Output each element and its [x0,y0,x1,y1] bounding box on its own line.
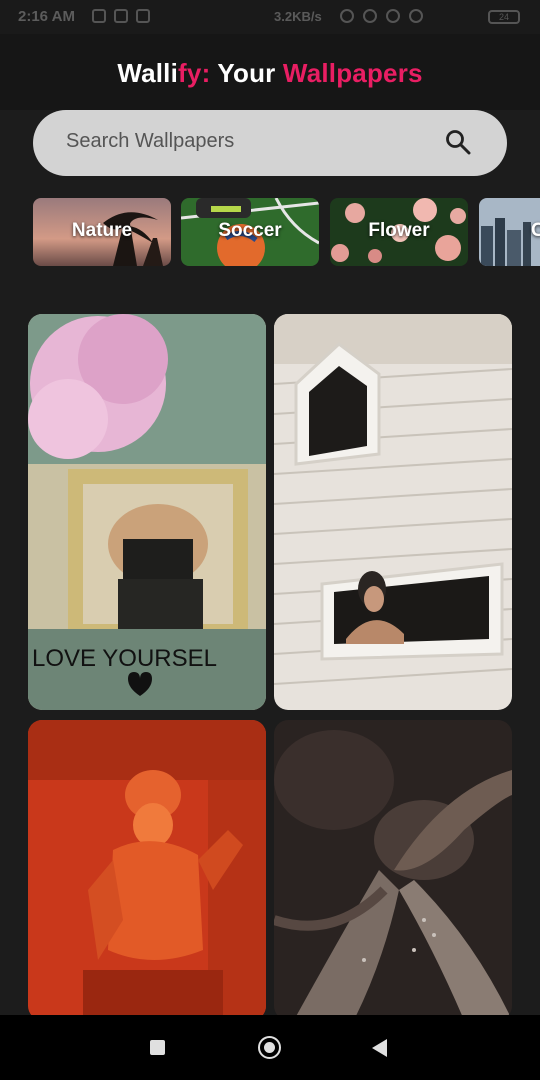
app-title: Wallify: Your Wallpapers [117,58,423,88]
status-time: 2:16 AM [18,8,75,25]
alarm-icon [363,9,377,23]
notification-icons [92,9,150,23]
search-input[interactable]: Search Wallpapers [66,130,234,153]
wallpaper-image [274,314,512,710]
category-nature[interactable]: Nature [33,198,171,266]
square-icon[interactable] [150,1040,165,1055]
notification-icon [136,9,150,23]
wifi-icon [409,9,423,23]
back-triangle-icon[interactable] [372,1039,387,1057]
headphone-icon [340,9,354,23]
wallpaper-image: LOVE YOURSEL [28,314,266,710]
wallpaper-tile[interactable] [274,314,512,710]
category-flower[interactable]: Flower [330,198,468,266]
system-icons [340,9,423,23]
network-speed: 3.2KB/s [274,9,322,24]
notification-icon [92,9,106,23]
category-label: C [531,220,540,241]
category-strip[interactable]: Nature Soccer Flower C [33,198,540,268]
status-bar: 2:16 AM 3.2KB/s 24 [0,0,540,34]
wallpaper-tile[interactable]: LOVE YOURSEL [28,314,266,710]
system-nav-bar [0,1015,540,1080]
battery-icon: 24 [488,10,520,24]
wallpaper-image [28,720,266,1020]
category-label: Nature [71,220,133,241]
wallpaper-caption: LOVE YOURSEL [32,645,217,672]
notification-icon [114,9,128,23]
wallpaper-image [274,720,512,1020]
search-icon[interactable] [445,129,471,155]
signal-icon [386,9,400,23]
category-soccer[interactable]: Soccer [181,198,319,266]
category-city[interactable]: C [479,198,540,266]
search-bar[interactable]: Search Wallpapers [33,110,507,176]
category-label: Flower [368,220,430,241]
home-circle-icon[interactable] [258,1036,281,1059]
wallpaper-tile[interactable] [28,720,266,1020]
category-label: Soccer [218,220,282,241]
wallpaper-tile[interactable] [274,720,512,1020]
